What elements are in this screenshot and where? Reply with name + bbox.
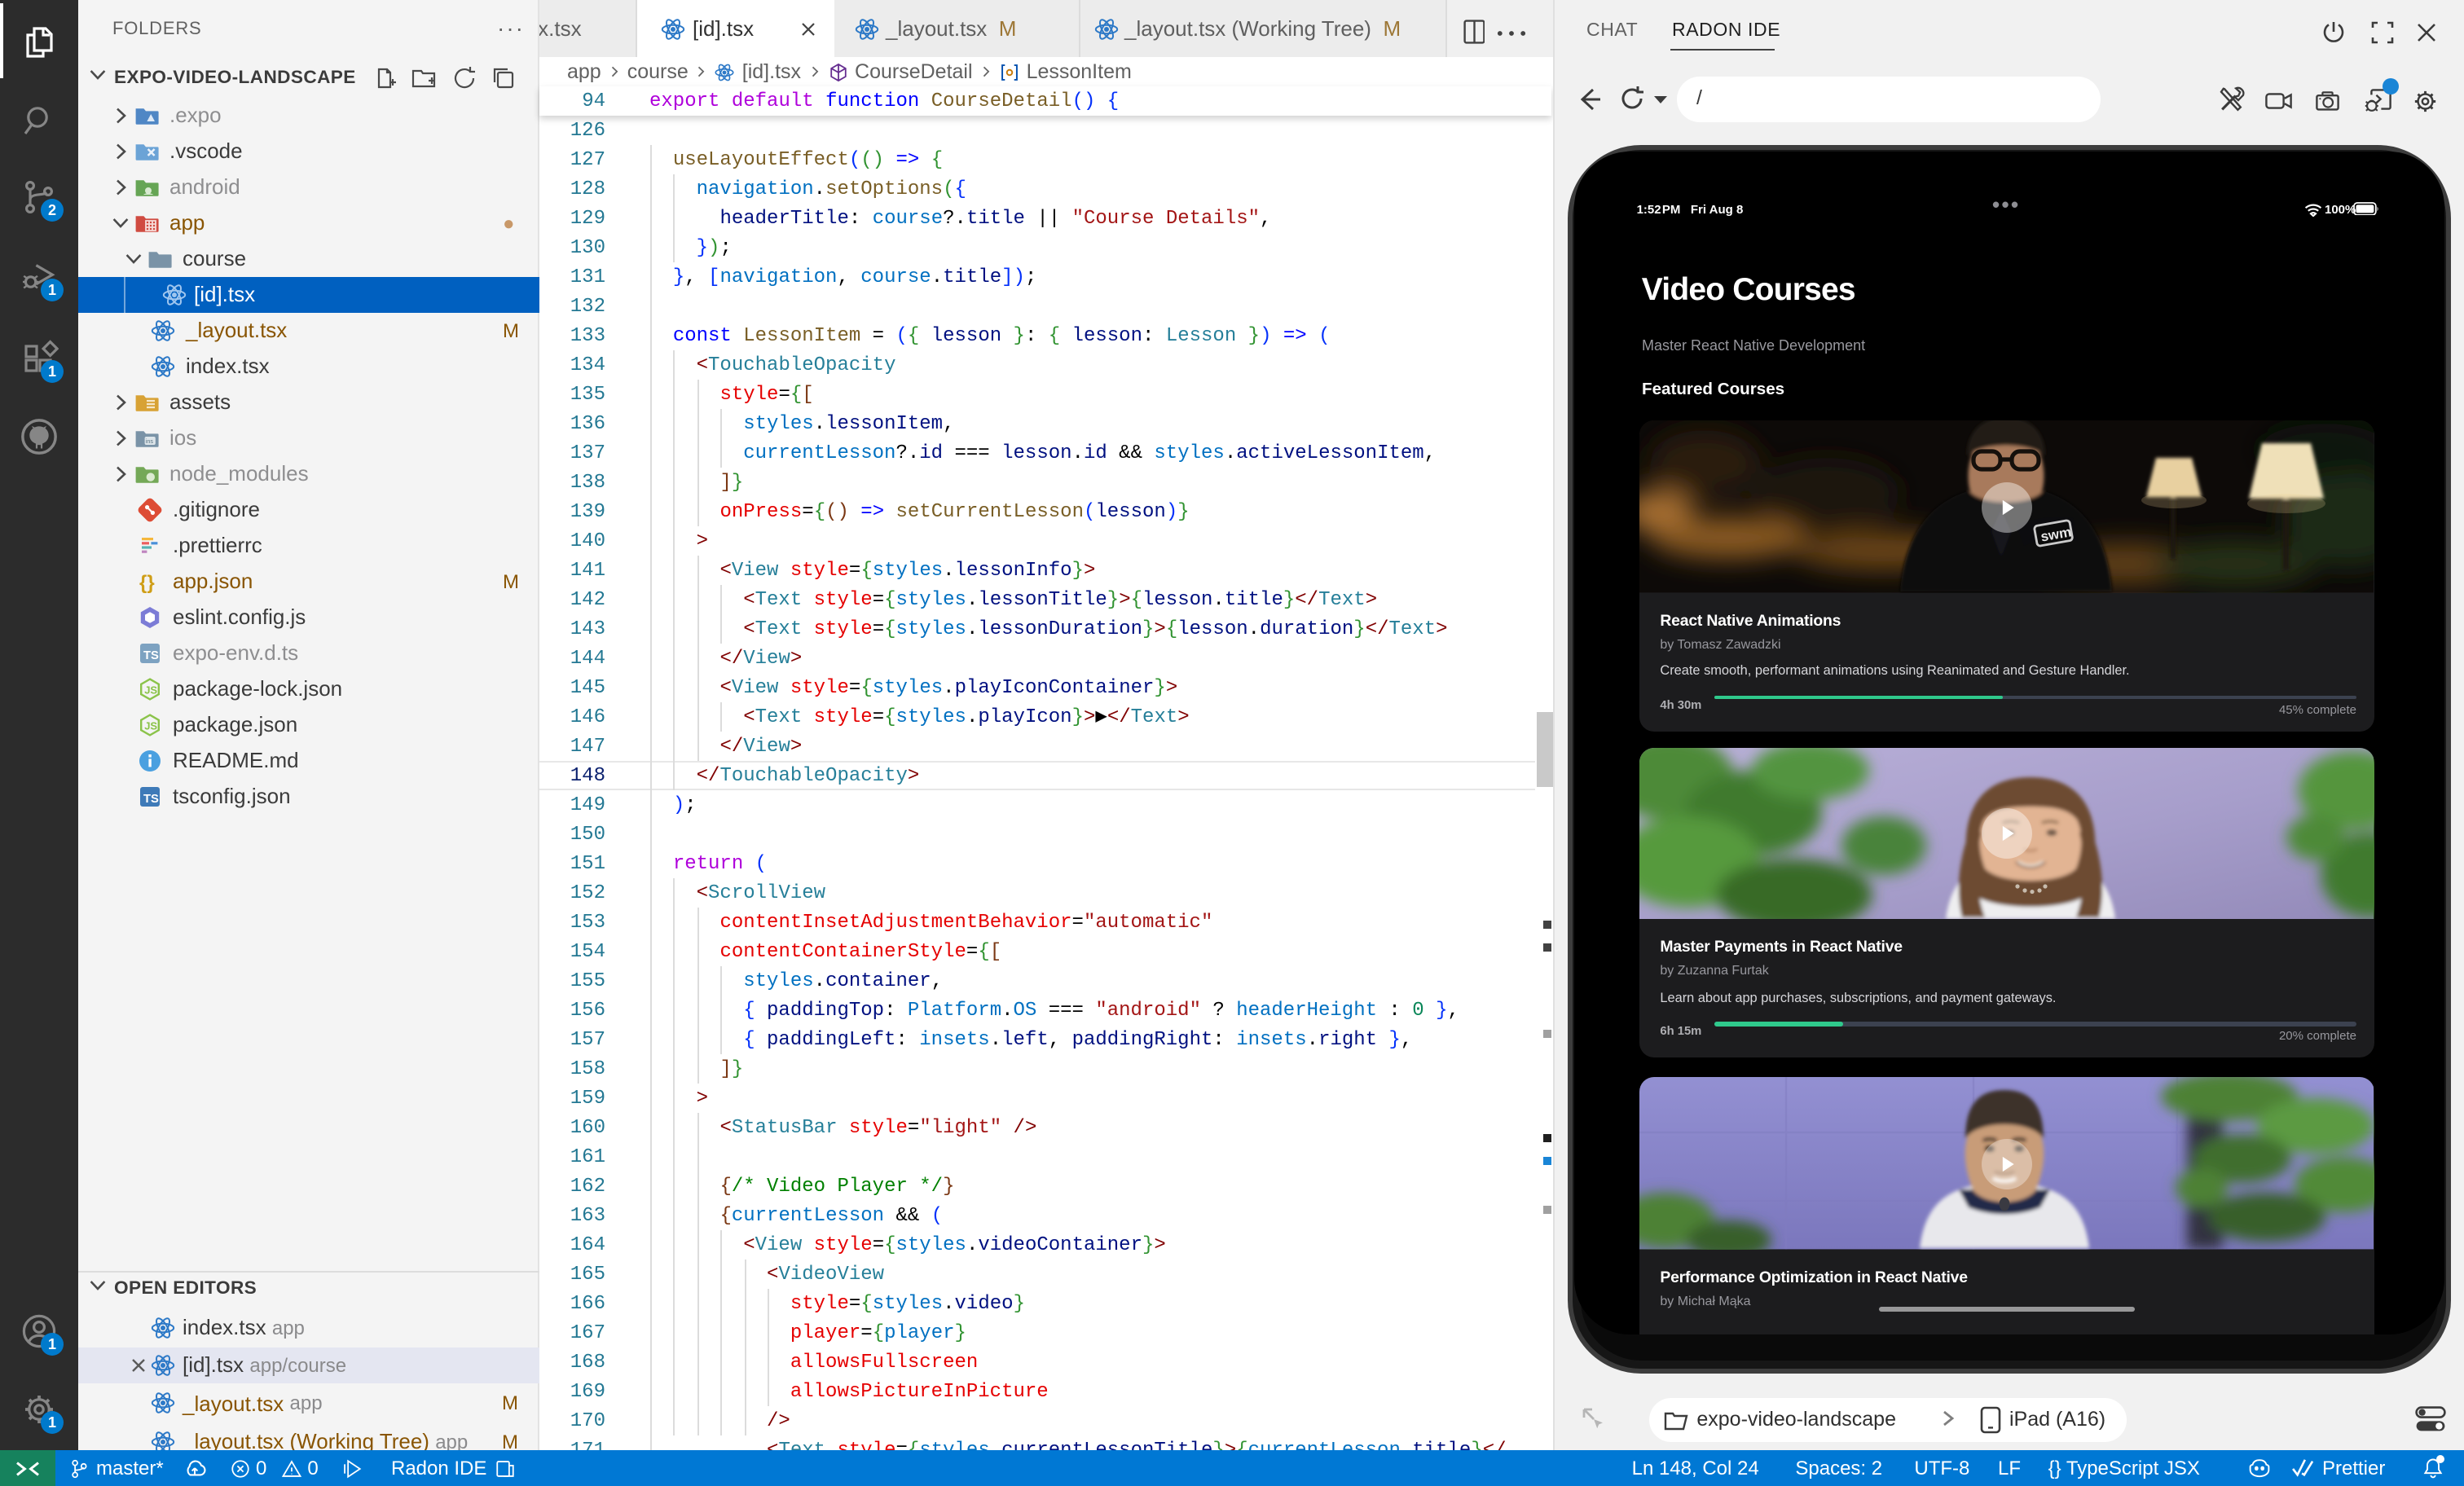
svg-text:ins: ins	[146, 437, 154, 444]
svg-text:{}: {}	[139, 571, 155, 593]
svg-text:TS: TS	[143, 792, 159, 805]
svg-text:TS: TS	[143, 648, 159, 662]
svg-text:JS: JS	[144, 719, 157, 732]
svg-text:JS: JS	[144, 684, 157, 696]
